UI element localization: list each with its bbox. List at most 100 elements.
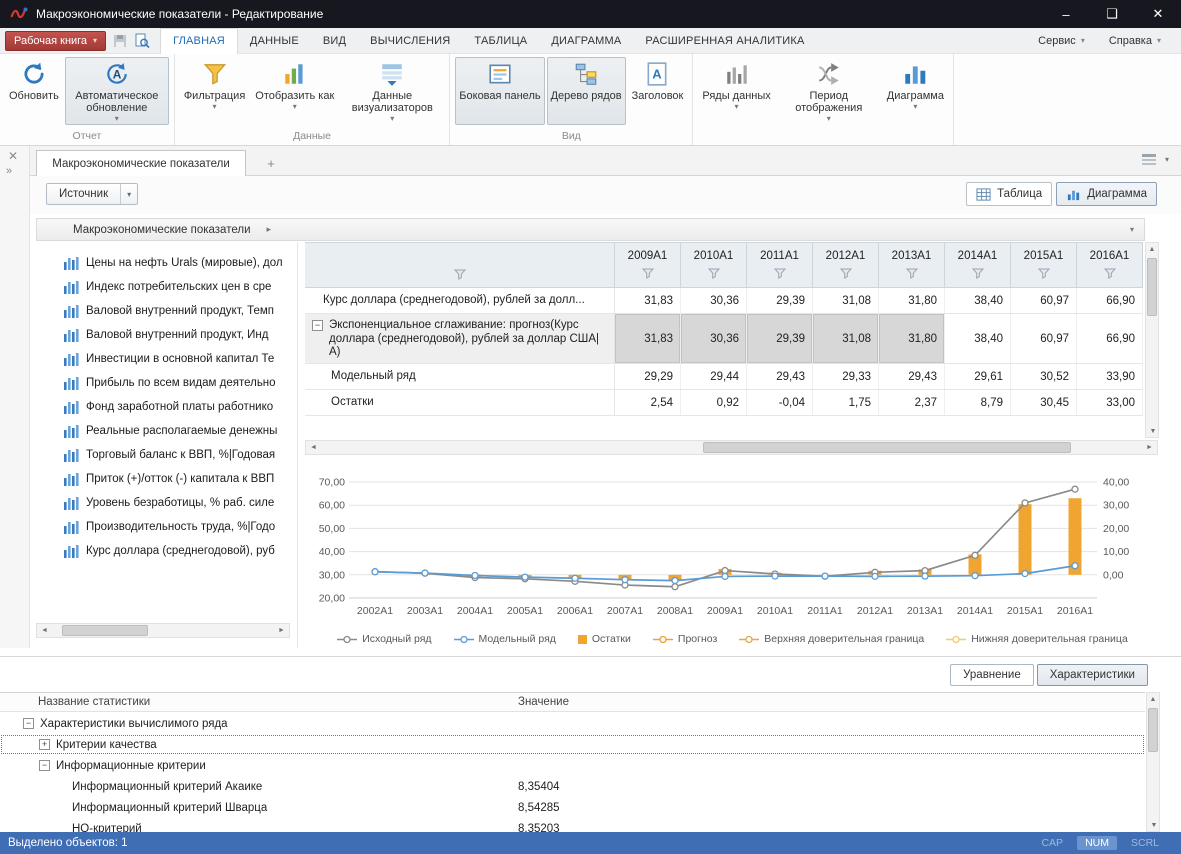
maximize-button[interactable]: ❑ bbox=[1089, 0, 1135, 28]
stats-row[interactable]: +Критерии качества bbox=[0, 734, 1145, 755]
tree-item[interactable]: Курс доллара (среднегодовой), руб bbox=[30, 539, 297, 563]
scroll-thumb[interactable] bbox=[1148, 708, 1158, 752]
scroll-down-icon[interactable]: ▼ bbox=[1148, 819, 1160, 831]
stats-row[interactable]: HQ-критерий8,35203 bbox=[0, 818, 1145, 832]
table-cell[interactable]: 38,40 bbox=[945, 314, 1011, 363]
table-cell[interactable]: 29,29 bbox=[615, 364, 681, 389]
filter-icon[interactable] bbox=[708, 268, 720, 279]
stats-row[interactable]: −Информационные критерии bbox=[0, 755, 1145, 776]
ribbon-tab-6[interactable]: ДИАГРАММА bbox=[539, 28, 633, 54]
table-cell[interactable]: 29,44 bbox=[681, 364, 747, 389]
table-cell[interactable]: 29,43 bbox=[747, 364, 813, 389]
column-header-2013A1[interactable]: 2013A1 bbox=[879, 242, 945, 288]
column-header-2015A1[interactable]: 2015A1 bbox=[1011, 242, 1077, 288]
save-icon[interactable] bbox=[112, 33, 128, 49]
column-header-2016A1[interactable]: 2016A1 bbox=[1077, 242, 1143, 288]
report-header-bar[interactable]: Макроэкономические показатели ▸ ▾ bbox=[36, 218, 1145, 241]
chart-canvas[interactable]: 70,0060,0050,0040,0030,0020,0040,0030,00… bbox=[305, 460, 1160, 624]
tree-item[interactable]: Валовой внутренний продукт, Темп bbox=[30, 299, 297, 323]
row-header-cell[interactable] bbox=[305, 242, 615, 288]
column-header-2014A1[interactable]: 2014A1 bbox=[945, 242, 1011, 288]
service-menu[interactable]: Сервис▾ bbox=[1028, 35, 1095, 47]
display-period-button[interactable]: Период отображения▾ bbox=[777, 57, 881, 125]
table-cell[interactable]: 66,90 bbox=[1077, 288, 1143, 313]
legend-item[interactable]: Модельный ряд bbox=[454, 633, 556, 645]
tree-item[interactable]: Прибыль по всем видам деятельно bbox=[30, 371, 297, 395]
tree-item[interactable]: Приток (+)/отток (-) капитала к ВВП bbox=[30, 467, 297, 491]
tree-item[interactable]: Индекс потребительских цен в сре bbox=[30, 275, 297, 299]
table-cell[interactable]: 31,80 bbox=[879, 288, 945, 313]
column-header-2009A1[interactable]: 2009A1 bbox=[615, 242, 681, 288]
filter-icon[interactable] bbox=[642, 268, 654, 279]
table-h-scrollbar[interactable]: ◄ ► bbox=[305, 440, 1158, 455]
column-header-2010A1[interactable]: 2010A1 bbox=[681, 242, 747, 288]
close-button[interactable]: ✕ bbox=[1135, 0, 1181, 28]
table-cell[interactable]: 60,97 bbox=[1011, 288, 1077, 313]
display-as-button[interactable]: Отобразить как▾ bbox=[251, 57, 338, 125]
row-label[interactable]: Модельный ряд bbox=[305, 364, 615, 389]
table-cell[interactable]: 31,08 bbox=[813, 314, 879, 363]
tree-item[interactable]: Валовой внутренний продукт, Инд bbox=[30, 323, 297, 347]
chevron-down-icon[interactable]: ▾ bbox=[120, 184, 137, 204]
table-cell[interactable]: 29,61 bbox=[945, 364, 1011, 389]
scroll-thumb[interactable] bbox=[703, 442, 1071, 453]
ribbon-tab-2[interactable]: ДАННЫЕ bbox=[238, 28, 311, 54]
scroll-right-icon[interactable]: ► bbox=[1142, 441, 1157, 454]
tree-h-scrollbar[interactable]: ◄ ► bbox=[36, 623, 290, 638]
close-pane-icon[interactable]: ✕ bbox=[8, 149, 18, 163]
table-cell[interactable]: 30,52 bbox=[1011, 364, 1077, 389]
filter-icon[interactable] bbox=[1038, 268, 1050, 279]
scroll-right-icon[interactable]: ► bbox=[274, 624, 289, 637]
stats-row[interactable]: Информационный критерий Акаике8,35404 bbox=[0, 776, 1145, 797]
title-button[interactable]: AЗаголовок bbox=[628, 57, 688, 125]
table-cell[interactable]: 8,79 bbox=[945, 390, 1011, 415]
scroll-left-icon[interactable]: ◄ bbox=[306, 441, 321, 454]
scroll-down-icon[interactable]: ▼ bbox=[1147, 425, 1159, 437]
table-v-scrollbar[interactable]: ▲ ▼ bbox=[1145, 242, 1159, 438]
tree-item[interactable]: Цены на нефть Urals (мировые), дол bbox=[30, 251, 297, 275]
table-cell[interactable]: 30,36 bbox=[681, 314, 747, 363]
window-layout-icon[interactable] bbox=[1141, 152, 1157, 166]
ribbon-tab-3[interactable]: ВИД bbox=[311, 28, 358, 54]
table-cell[interactable]: 38,40 bbox=[945, 288, 1011, 313]
filter-button[interactable]: Фильтрация▾ bbox=[180, 57, 249, 125]
chevron-down-icon[interactable]: ▾ bbox=[1165, 155, 1169, 164]
stats-row[interactable]: −Характеристики вычислимого ряда bbox=[0, 713, 1145, 734]
minimize-button[interactable]: – bbox=[1043, 0, 1089, 28]
filter-icon[interactable] bbox=[972, 268, 984, 279]
filter-icon[interactable] bbox=[906, 268, 918, 279]
side-panel-button[interactable]: Боковая панель bbox=[455, 57, 544, 125]
equation-button[interactable]: Уравнение bbox=[950, 664, 1034, 686]
scroll-track[interactable] bbox=[52, 624, 274, 637]
table-cell[interactable]: 29,39 bbox=[747, 288, 813, 313]
characteristics-button[interactable]: Характеристики bbox=[1037, 664, 1148, 686]
filter-icon[interactable] bbox=[454, 269, 466, 280]
visualizer-data-button[interactable]: Данные визуализаторов▾ bbox=[340, 57, 444, 125]
legend-item[interactable]: Нижняя доверительная граница bbox=[946, 633, 1128, 645]
tree-item[interactable]: Инвестиции в основной капитал Те bbox=[30, 347, 297, 371]
data-series-button[interactable]: Ряды данных▾ bbox=[698, 57, 774, 125]
tree-item[interactable]: Производительность труда, %|Годо bbox=[30, 515, 297, 539]
legend-item[interactable]: Исходный ряд bbox=[337, 633, 431, 645]
table-cell[interactable]: 29,43 bbox=[879, 364, 945, 389]
document-tab[interactable]: Макроэкономические показатели bbox=[36, 150, 246, 176]
new-tab-button[interactable]: + bbox=[262, 154, 280, 172]
legend-item[interactable]: Верхняя доверительная граница bbox=[739, 633, 924, 645]
stats-v-scrollbar[interactable]: ▲ ▼ bbox=[1146, 692, 1160, 832]
tree-item[interactable]: Уровень безработицы, % раб. силе bbox=[30, 491, 297, 515]
scroll-up-icon[interactable]: ▲ bbox=[1146, 243, 1158, 255]
scroll-up-icon[interactable]: ▲ bbox=[1147, 693, 1159, 705]
expand-pane-icon[interactable]: » bbox=[6, 165, 12, 177]
refresh-button[interactable]: Обновить bbox=[5, 57, 63, 125]
table-cell[interactable]: 30,36 bbox=[681, 288, 747, 313]
table-cell[interactable]: 30,45 bbox=[1011, 390, 1077, 415]
filter-icon[interactable] bbox=[840, 268, 852, 279]
filter-icon[interactable] bbox=[774, 268, 786, 279]
workbook-menu-button[interactable]: Рабочая книга ▾ bbox=[5, 31, 106, 51]
row-label[interactable]: Курс доллара (среднегодовой), рублей за … bbox=[305, 288, 615, 313]
source-button[interactable]: Источник ▾ bbox=[46, 183, 138, 205]
table-cell[interactable]: 2,54 bbox=[615, 390, 681, 415]
column-header-2011A1[interactable]: 2011A1 bbox=[747, 242, 813, 288]
tree-item[interactable]: Торговый баланс к ВВП, %|Годовая bbox=[30, 443, 297, 467]
table-cell[interactable]: 60,97 bbox=[1011, 314, 1077, 363]
